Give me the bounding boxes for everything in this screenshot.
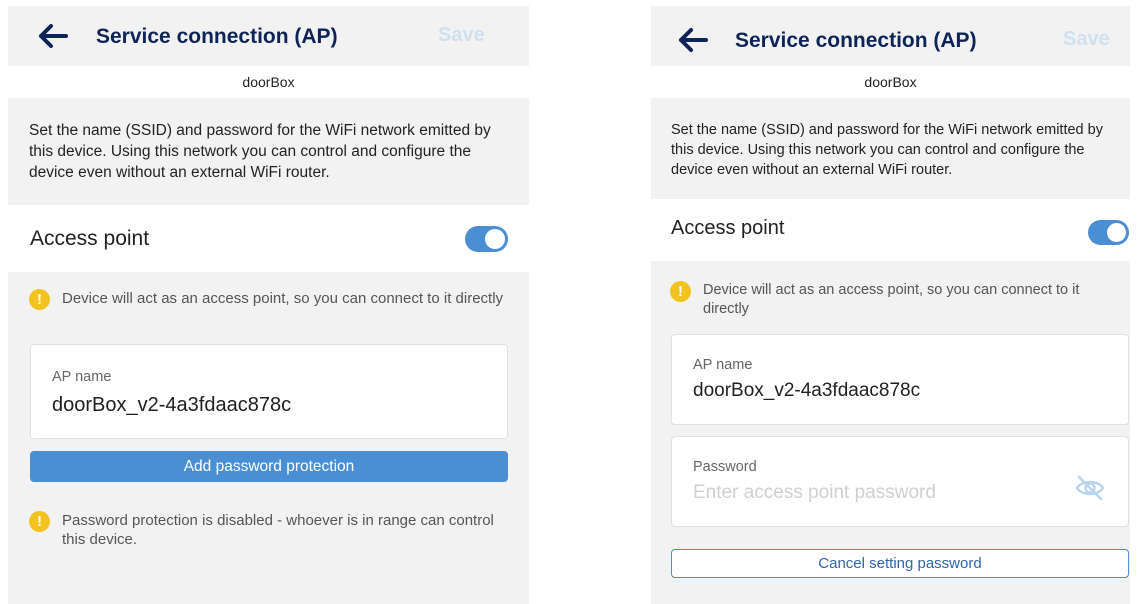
arrow-left-icon[interactable] — [676, 23, 710, 57]
screen-set-password: Service connection (AP) Save doorBox Set… — [651, 6, 1130, 604]
cancel-password-button[interactable]: Cancel setting password — [671, 549, 1129, 578]
exclamation-circle-icon: ! — [670, 281, 691, 302]
save-button[interactable]: Save — [438, 24, 485, 47]
exclamation-circle-icon: ! — [29, 289, 50, 310]
ap-name-field[interactable]: AP name doorBox_v2-4a3fdaac878c — [671, 334, 1129, 425]
toggle-knob — [485, 229, 505, 249]
ap-notice-text: Device will act as an access point, so y… — [62, 290, 504, 307]
ap-name-value[interactable]: doorBox_v2-4a3fdaac878c — [52, 394, 291, 417]
password-label: Password — [693, 459, 757, 475]
ap-name-value[interactable]: doorBox_v2-4a3fdaac878c — [693, 380, 920, 402]
app-header: Service connection (AP) Save — [8, 6, 529, 66]
access-point-row: Access point — [8, 205, 529, 272]
access-point-toggle[interactable] — [465, 226, 508, 252]
eye-off-icon[interactable] — [1074, 474, 1106, 502]
toggle-knob — [1107, 223, 1126, 242]
description-text: Set the name (SSID) and password for the… — [671, 122, 1103, 178]
ap-name-field[interactable]: AP name doorBox_v2-4a3fdaac878c — [30, 344, 508, 439]
device-name: doorBox — [651, 66, 1130, 98]
arrow-left-icon[interactable] — [36, 19, 70, 53]
access-point-toggle[interactable] — [1088, 220, 1129, 245]
ap-notice: ! Device will act as an access point, so… — [670, 281, 1115, 319]
access-point-row: Access point — [651, 199, 1130, 261]
description-text: Set the name (SSID) and password for the… — [29, 122, 491, 181]
password-input[interactable] — [693, 482, 1033, 504]
app-header: Service connection (AP) Save — [651, 6, 1130, 66]
access-point-label: Access point — [30, 227, 150, 250]
page-title: Service connection (AP) — [735, 29, 977, 52]
password-warning: ! Password protection is disabled - whoe… — [29, 511, 509, 549]
device-name: doorBox — [8, 66, 529, 98]
exclamation-circle-icon: ! — [29, 511, 50, 532]
password-warning-text: Password protection is disabled - whoeve… — [62, 512, 494, 548]
screen-add-password: Service connection (AP) Save doorBox Set… — [8, 6, 529, 604]
ap-notice-text: Device will act as an access point, so y… — [703, 282, 1080, 317]
add-password-button[interactable]: Add password protection — [30, 451, 508, 482]
ap-notice: ! Device will act as an access point, so… — [29, 289, 509, 310]
ap-name-label: AP name — [693, 357, 753, 373]
page-title: Service connection (AP) — [96, 25, 338, 48]
ap-name-label: AP name — [52, 369, 112, 385]
access-point-label: Access point — [671, 217, 785, 239]
password-field[interactable]: Password — [671, 436, 1129, 527]
save-button[interactable]: Save — [1063, 28, 1110, 51]
